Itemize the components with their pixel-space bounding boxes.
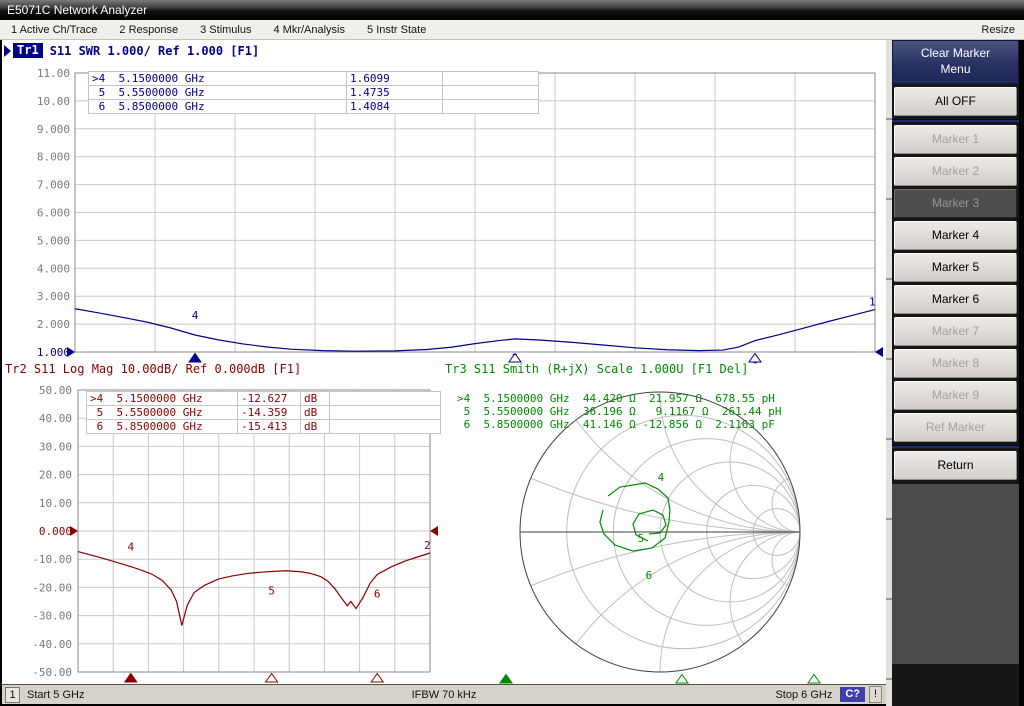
svg-text:1: 1 [869, 296, 876, 309]
softkey-marker-9[interactable]: Marker 9 [894, 381, 1017, 410]
softkey-marker-5[interactable]: Marker 5 [894, 253, 1017, 282]
tr3-marker-readout: >4 5.1500000 GHz 44.420 Ω 21.957 Ω 678.5… [457, 392, 782, 431]
softkey-marker-2[interactable]: Marker 2 [894, 157, 1017, 186]
softkey-ref-marker[interactable]: Ref Marker [894, 413, 1017, 442]
svg-text:11.00: 11.00 [37, 67, 70, 80]
svg-text:6: 6 [374, 587, 381, 600]
menu-item-5-instr-state[interactable]: 5 Instr State [356, 24, 437, 36]
menu-item-2-response[interactable]: 2 Response [108, 24, 189, 36]
stimulus-marker[interactable] [266, 674, 278, 683]
marker-4[interactable]: 4 [658, 471, 665, 484]
title-bar: E5071C Network Analyzer [0, 0, 1024, 20]
softkey-empty-area [892, 484, 1019, 664]
svg-text:10.00: 10.00 [39, 497, 72, 510]
marker-table-row: 6 5.8500000 GHz1.4084 [89, 100, 539, 114]
svg-text:20.00: 20.00 [39, 469, 72, 482]
softkey-return[interactable]: Return [894, 451, 1017, 480]
svg-text:-10.00: -10.00 [32, 553, 72, 566]
marker-4[interactable]: 4 [127, 541, 134, 554]
svg-text:-50.00: -50.00 [32, 666, 72, 679]
stimulus-marker[interactable] [371, 674, 383, 683]
svg-text:8.000: 8.000 [37, 151, 70, 164]
trace1-format-readout: S11 SWR 1.000/ Ref 1.000 [F1] [50, 44, 260, 58]
softkey-marker-4[interactable]: Marker 4 [894, 221, 1017, 250]
svg-text:7.000: 7.000 [37, 179, 70, 192]
stimulus-marker[interactable] [676, 675, 688, 684]
active-trace-arrow-icon [4, 45, 11, 57]
stimulus-marker[interactable] [500, 675, 512, 684]
svg-text:2.000: 2.000 [37, 318, 70, 331]
tr3-trace [600, 483, 670, 551]
window-title: E5071C Network Analyzer [7, 3, 147, 17]
status-bar: 1 Start 5 GHz IFBW 70 kHz Stop 6 GHz C? … [2, 684, 886, 704]
marker-4[interactable]: 4 [192, 309, 199, 322]
svg-text:9.000: 9.000 [37, 123, 70, 136]
svg-text:30.00: 30.00 [39, 440, 72, 453]
softkey-separator [892, 445, 1019, 448]
svg-text:2: 2 [424, 539, 431, 552]
trace1-selector[interactable]: Tr1 [13, 43, 43, 58]
menu-bar: 1 Active Ch/Trace2 Response3 Stimulus4 M… [0, 20, 1024, 40]
trace1-header-row: Tr1 S11 SWR 1.000/ Ref 1.000 [F1] [4, 42, 259, 59]
menu-item-1-active-ch-trace[interactable]: 1 Active Ch/Trace [0, 24, 108, 36]
marker-5[interactable]: 5 [638, 532, 645, 545]
svg-text:3.000: 3.000 [37, 290, 70, 303]
trace3-format-readout[interactable]: Tr3 S11 Smith (R+jX) Scale 1.000U [F1 De… [445, 362, 748, 376]
svg-text:1.000: 1.000 [37, 346, 70, 359]
menu-item-resize[interactable]: Resize [972, 24, 1024, 36]
marker-6[interactable]: 6 [374, 587, 381, 600]
softkey-separator [892, 119, 1019, 122]
softkey-marker-7[interactable]: Marker 7 [894, 317, 1017, 346]
stimulus-marker[interactable] [808, 675, 820, 684]
svg-text:4: 4 [192, 309, 199, 322]
svg-text:-40.00: -40.00 [32, 638, 72, 651]
svg-text:-20.00: -20.00 [32, 581, 72, 594]
softkey-marker-1[interactable]: Marker 1 [894, 125, 1017, 154]
marker-5[interactable]: 5 [268, 584, 275, 597]
svg-text:40.00: 40.00 [39, 412, 72, 425]
svg-text:10.00: 10.00 [37, 95, 70, 108]
softkey-menu-title: Clear MarkerMenu [892, 40, 1019, 84]
softkey-sidebar: Clear MarkerMenu All OFF Marker 1 Marker 2… [892, 40, 1019, 706]
svg-text:5: 5 [268, 584, 275, 597]
svg-text:50.00: 50.00 [39, 384, 72, 397]
menu-item-4-mkr-analysis[interactable]: 4 Mkr/Analysis [262, 24, 356, 36]
svg-text:6: 6 [646, 569, 653, 582]
instrument-screen: 11.00 10.00 9.000 8.000 7.000 6.000 5.000 4.000… [2, 40, 886, 684]
marker-table-row: >4 5.1500000 GHz1.6099 [89, 72, 539, 86]
stimulus-marker[interactable] [125, 674, 137, 683]
stimulus-marker[interactable] [189, 354, 201, 363]
marker-6[interactable]: 6 [646, 569, 653, 582]
svg-text:5.000: 5.000 [37, 234, 70, 247]
marker-table-row: 6 5.8500000 GHz-15.413dB [87, 420, 441, 434]
svg-text:4: 4 [127, 541, 134, 554]
softkey-marker-6[interactable]: Marker 6 [894, 285, 1017, 314]
softkey-marker-3[interactable]: Marker 3 [894, 189, 1017, 218]
trace2-format-readout[interactable]: Tr2 S11 Log Mag 10.00dB/ Ref 0.000dB [F1… [5, 362, 301, 376]
app-window: { "window": { "title": "E5071C Network A… [0, 0, 1024, 706]
marker-table-row: 5 5.5500000 GHz-14.359dB [87, 406, 441, 420]
svg-text:0.000: 0.000 [39, 525, 72, 538]
marker-table-row: 5 5.5500000 GHz1.4735 [89, 86, 539, 100]
menu-item-3-stimulus[interactable]: 3 Stimulus [189, 24, 262, 36]
softkey-marker-8[interactable]: Marker 8 [894, 349, 1017, 378]
svg-text:4.000: 4.000 [37, 262, 70, 275]
tr2-marker-table: >4 5.1500000 GHz-12.627dB 5 5.5500000 GH… [86, 391, 441, 434]
svg-text:5: 5 [638, 532, 645, 545]
softkey-all-off[interactable]: All OFF [894, 87, 1017, 116]
svg-text:-30.00: -30.00 [32, 610, 72, 623]
marker-table-row: >4 5.1500000 GHz-12.627dB [87, 392, 441, 406]
svg-text:6.000: 6.000 [37, 207, 70, 220]
ifbw-readout: IFBW 70 kHz [2, 689, 886, 701]
svg-text:4: 4 [658, 471, 665, 484]
tr1-marker-table: >4 5.1500000 GHz1.6099 5 5.5500000 GHz1.… [88, 71, 539, 114]
